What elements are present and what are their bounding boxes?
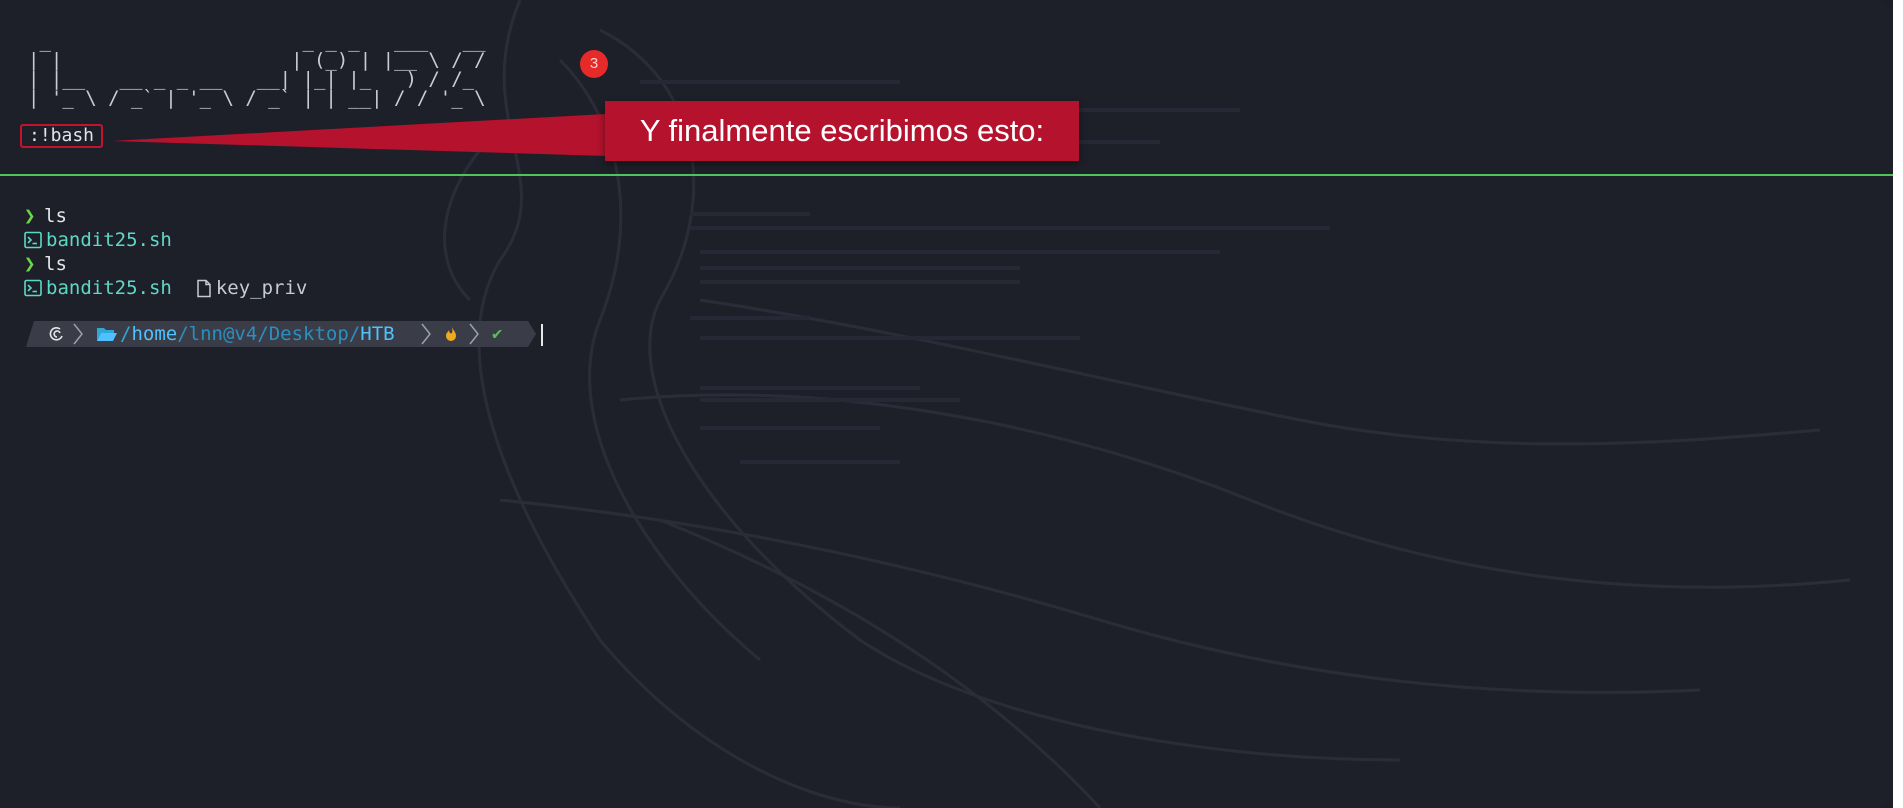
checkmark-icon: ✔: [492, 324, 503, 344]
file-name: bandit25.sh: [46, 277, 172, 299]
file-entry: bandit25.sh: [24, 228, 172, 252]
output-line: bandit25.sh key_priv: [24, 276, 307, 300]
vim-command-line[interactable]: :!bash: [20, 124, 104, 148]
terminal-output: ❯ ls bandit25.sh ❯ ls bandit25.sh key_pr…: [24, 204, 307, 300]
path-middle: /lnn@v4/Desktop/: [177, 323, 361, 345]
prompt-path: /home/lnn@v4/Desktop/HTB: [120, 321, 395, 347]
terminal-file-icon: [24, 279, 42, 297]
debian-swirl-icon: [49, 327, 63, 341]
text-cursor[interactable]: [541, 324, 543, 346]
file-name: bandit25.sh: [46, 229, 172, 251]
command-text: ls: [44, 205, 67, 227]
prompt-caret: ❯: [24, 205, 36, 227]
file-name: key_priv: [215, 277, 308, 299]
document-file-icon: [197, 279, 211, 297]
folder-open-icon: [97, 328, 117, 341]
terminal-file-icon: [24, 231, 42, 249]
path-home: home: [131, 323, 178, 345]
prompt-caret: ❯: [24, 253, 36, 275]
fire-icon: [446, 326, 456, 341]
window-edge: [1893, 0, 1903, 808]
command-text: ls: [44, 253, 67, 275]
pane-divider: [0, 174, 1893, 176]
command-line: ❯ ls: [24, 204, 307, 228]
step-number-badge: 3: [580, 50, 608, 78]
callout-pointer: [112, 114, 606, 156]
path-current: HTB: [360, 323, 395, 345]
command-line: ❯ ls: [24, 252, 307, 276]
terminal-window: _ _ _ _ ___ __ | | | (_) | |__ \ / / | |…: [0, 0, 1893, 808]
annotation-callout: Y finalmente escribimos esto:: [605, 101, 1079, 161]
file-entry: bandit25.sh: [24, 276, 172, 300]
path-root: /: [120, 323, 132, 345]
file-entry: key_priv: [196, 276, 308, 300]
output-line: bandit25.sh: [24, 228, 307, 252]
